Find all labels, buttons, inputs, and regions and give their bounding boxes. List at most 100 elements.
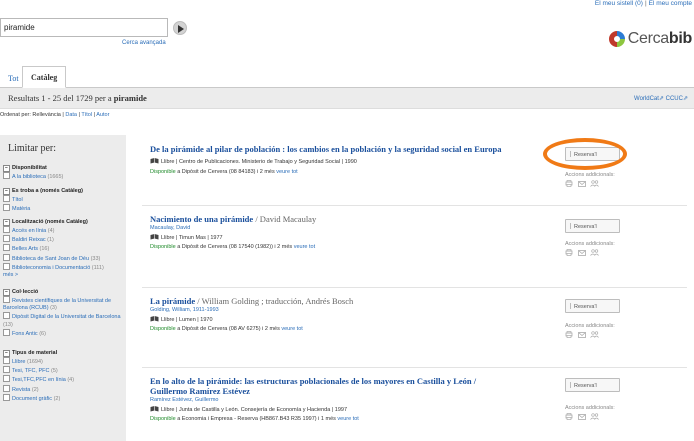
facet-item[interactable]: Tesi,TFC,PFC en línia (4) xyxy=(0,375,126,384)
share-users-icon[interactable] xyxy=(590,413,600,422)
facet-item[interactable]: Revista (2) xyxy=(0,385,126,394)
result-title-line2[interactable]: Guillermo Ramírez Estévez xyxy=(150,386,250,396)
facet-item[interactable]: Revistes científiques de la Universitat … xyxy=(0,296,126,312)
facet-item[interactable]: Document gràfic (2) xyxy=(0,394,126,403)
facet-item[interactable]: Biblioteconomia i Documentació (111) xyxy=(0,263,126,272)
search-go-button[interactable] xyxy=(173,21,187,35)
facet-group-availability: Disponibilitat A la biblioteca (1665) xyxy=(0,165,126,181)
email-icon[interactable] xyxy=(577,249,586,258)
facet-heading[interactable]: Disponibilitat xyxy=(0,165,126,172)
tab-cataleg[interactable]: Catàleg xyxy=(22,66,67,88)
logo-text: Cerca xyxy=(627,30,669,47)
email-icon[interactable] xyxy=(577,180,586,189)
advanced-search-link[interactable]: Cerca avançada xyxy=(122,40,166,46)
facet-group-material-type: Tipus de material Llibre (1694) Tesi, TF… xyxy=(0,350,126,403)
result-format: Llibre | Junta de Castilla y León. Conse… xyxy=(150,406,347,413)
facet-item[interactable]: Fons Antic (6) xyxy=(0,329,126,338)
facet-title: Limitar per: xyxy=(8,143,57,154)
reserve-button[interactable]: Reserva'l xyxy=(565,219,620,233)
action-icons xyxy=(565,413,602,422)
result-title-link[interactable]: De la pirámide al pilar de población : l… xyxy=(150,144,502,154)
sort-title[interactable]: Títol xyxy=(81,112,92,118)
result-title-link[interactable]: La pirámide / William Golding ; traducci… xyxy=(150,296,353,306)
facet-item[interactable]: Baldiri Reixac (1) xyxy=(0,235,126,244)
facet-item[interactable]: Dipòsit Digital de la Universitat de Bar… xyxy=(0,312,126,328)
facet-item[interactable]: Accés en línia (4) xyxy=(0,226,126,235)
ccuc-link[interactable]: CCUC xyxy=(666,96,683,102)
facet-heading[interactable]: Es troba a (només Catàleg) xyxy=(0,188,126,195)
facet-more-link[interactable]: més > xyxy=(0,272,126,278)
sort-bar: Ordenat per: Rellevància | Data | Títol … xyxy=(0,112,110,118)
email-icon[interactable] xyxy=(577,331,586,340)
top-links: El meu sistell (0) | El meu compte xyxy=(594,0,692,7)
basket-link[interactable]: El meu sistell (0) xyxy=(595,0,643,7)
view-all-link[interactable]: veure tot xyxy=(294,244,315,250)
facet-group-location: Localització (només Catàleg) Accés en lí… xyxy=(0,219,126,278)
facet-heading[interactable]: Col·lecció xyxy=(0,289,126,296)
external-link-icon: ⇗ xyxy=(658,96,664,102)
results-bar: Resultats 1 - 25 del 1729 per a piramide… xyxy=(0,88,694,109)
result-item: En lo alto de la pirámide: las estructur… xyxy=(142,376,687,441)
more-actions-label: Accions addicionals: xyxy=(565,172,615,178)
search-input[interactable] xyxy=(0,18,168,37)
more-actions-label: Accions addicionals: xyxy=(565,241,615,247)
facet-item[interactable]: Títol xyxy=(0,195,126,204)
book-icon xyxy=(150,406,159,412)
facet-sidebar: Limitar per: Disponibilitat A la bibliot… xyxy=(0,135,126,441)
result-item: Nacimiento de una pirámide / David Macau… xyxy=(142,214,687,288)
print-icon[interactable] xyxy=(565,180,573,189)
facet-item[interactable]: Llibre (1694) xyxy=(0,357,126,366)
result-item: La pirámide / William Golding ; traducci… xyxy=(142,296,687,368)
result-format: Llibre | Lumen | 1970 xyxy=(150,316,213,323)
reserve-button[interactable]: Reserva'l xyxy=(565,299,620,313)
result-title-link[interactable]: En lo alto de la pirámide: las estructur… xyxy=(150,376,476,386)
facet-item[interactable]: Biblioteca de Sant Joan de Déu (33) xyxy=(0,254,126,263)
share-users-icon[interactable] xyxy=(590,249,600,258)
worldcat-link[interactable]: WorldCat xyxy=(634,96,659,102)
results-summary: Resultats 1 - 25 del 1729 per a piramide xyxy=(8,93,147,103)
result-availability: Disponible a Dipòsit de Cervera (08 AV 6… xyxy=(150,326,303,332)
facet-item[interactable]: Belles Arts (16) xyxy=(0,244,126,253)
tab-bar: Tot Catàleg xyxy=(0,62,694,88)
logo-text-bold: bib xyxy=(668,30,692,47)
result-availability: Disponible a Dipòsit de Cervera (08 1754… xyxy=(150,244,316,250)
email-icon[interactable] xyxy=(577,413,586,422)
action-icons xyxy=(565,180,602,189)
facet-group-collection: Col·lecció Revistes científiques de la U… xyxy=(0,289,126,338)
result-availability: Disponible a Dipòsit de Cervera (08 8418… xyxy=(150,169,298,175)
results-query: piramide xyxy=(113,93,147,103)
print-icon[interactable] xyxy=(565,331,573,340)
more-actions-label: Accions addicionals: xyxy=(565,323,615,329)
view-all-link[interactable]: veure tot xyxy=(281,326,302,332)
share-users-icon[interactable] xyxy=(590,180,600,189)
share-users-icon[interactable] xyxy=(590,331,600,340)
logo-mark-icon xyxy=(609,31,626,47)
print-icon[interactable] xyxy=(565,413,573,422)
view-all-link[interactable]: veure tot xyxy=(276,169,297,175)
print-icon[interactable] xyxy=(565,249,573,258)
facet-item[interactable]: Matèria xyxy=(0,204,126,213)
result-format: Llibre | Centro de Publicaciones. Minist… xyxy=(150,158,357,165)
result-author-link[interactable]: Ramírez Estévez, Guillermo xyxy=(150,397,218,403)
sort-date[interactable]: Data xyxy=(65,112,77,118)
more-actions-label: Accions addicionals: xyxy=(565,405,615,411)
view-all-link[interactable]: veure tot xyxy=(337,416,358,422)
book-icon xyxy=(150,234,159,240)
facet-item[interactable]: A la biblioteca (1665) xyxy=(0,172,126,181)
result-title-link[interactable]: Nacimiento de una pirámide / David Macau… xyxy=(150,214,316,224)
result-format: Llibre | Timun Mas | 1977 xyxy=(150,234,223,241)
cercabib-logo: Cercabib xyxy=(608,30,692,52)
result-availability: Disponible a Economia i Empresa - Reserv… xyxy=(150,416,359,422)
result-author-link[interactable]: Golding, William, 1911-1993 xyxy=(150,307,219,313)
reserve-button[interactable]: Reserva'l xyxy=(565,378,620,392)
external-link-icon: ⇗ xyxy=(682,96,688,102)
facet-item[interactable]: Tesi, TFC, PFC (5) xyxy=(0,366,126,375)
book-icon xyxy=(150,316,159,322)
result-author-link[interactable]: Macaulay, David xyxy=(150,225,190,231)
facet-heading[interactable]: Tipus de material xyxy=(0,350,126,357)
sort-label: Ordenat per: xyxy=(0,112,31,118)
account-link[interactable]: El meu compte xyxy=(649,0,692,7)
facet-heading[interactable]: Localització (només Catàleg) xyxy=(0,219,126,226)
sort-relevance[interactable]: Rellevància xyxy=(32,112,60,118)
sort-author[interactable]: Autor xyxy=(96,112,109,118)
